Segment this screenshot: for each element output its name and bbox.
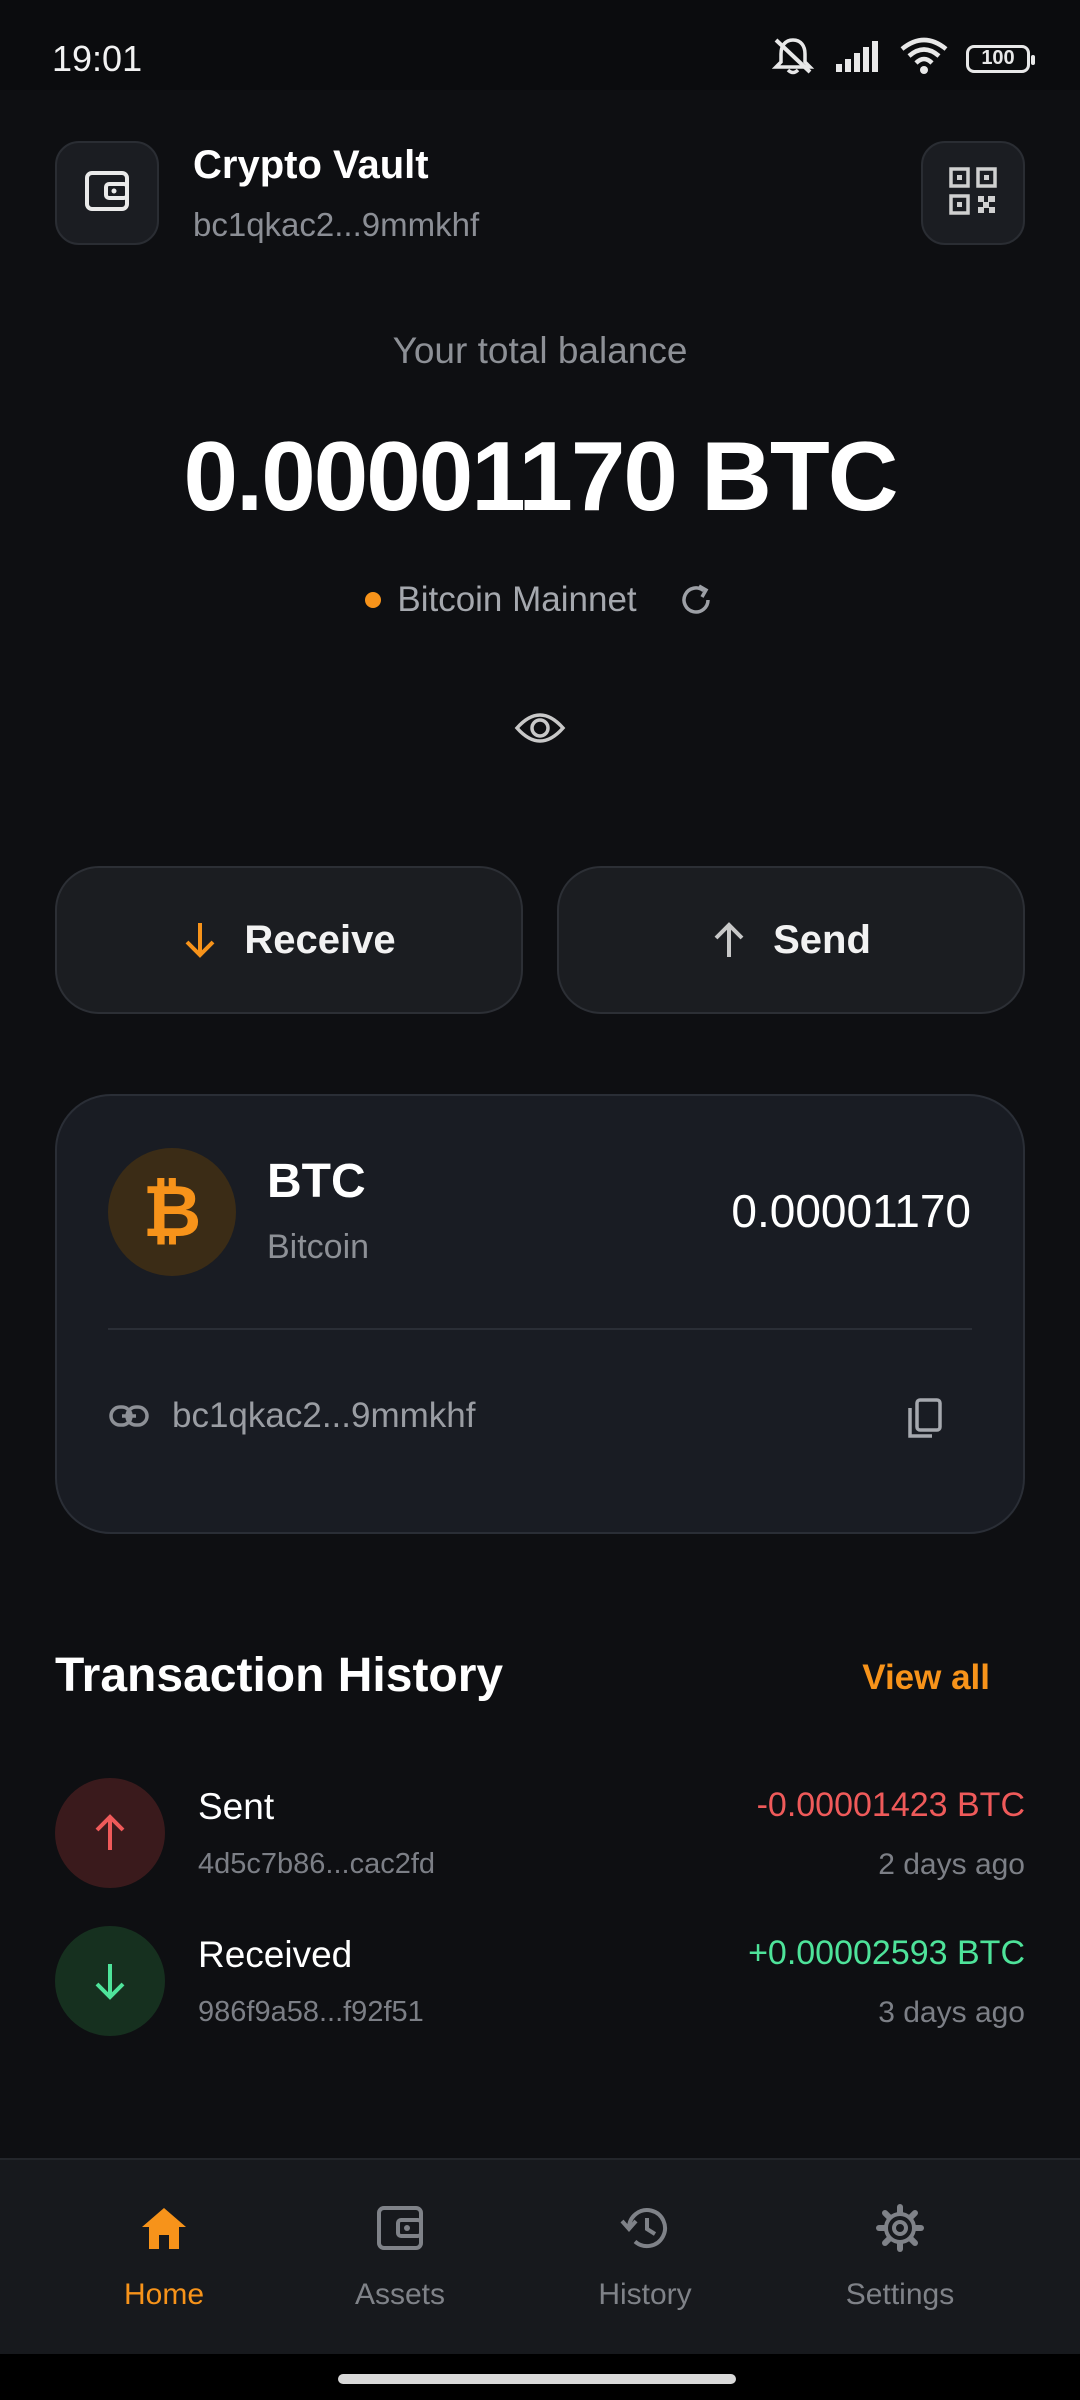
- status-bar: 19:01 100: [0, 0, 1080, 90]
- asset-amount: 0.00001170: [731, 1185, 971, 1237]
- transaction-history-title: Transaction History: [55, 1649, 504, 1702]
- bitcoin-icon: ₿: [108, 1148, 236, 1276]
- nav-settings-label: Settings: [845, 2278, 955, 2311]
- transaction-row[interactable]: Received 986f9a58...f92f51 +0.00002593 B…: [55, 1926, 1025, 2036]
- nav-history[interactable]: History: [545, 2200, 745, 2312]
- send-button[interactable]: Send: [557, 866, 1025, 1014]
- btc-asset-card[interactable]: ₿ BTC Bitcoin 0.00001170 bc1qkac2...9mmk…: [55, 1094, 1025, 1534]
- arrow-down-icon: [182, 920, 218, 960]
- receive-label: Receive: [244, 917, 396, 962]
- nav-settings[interactable]: Settings: [800, 2200, 1000, 2312]
- scan-qr-button[interactable]: [921, 141, 1025, 245]
- bottom-navigation: Home Assets History Settings: [0, 2158, 1080, 2356]
- silent-mode-icon: [770, 36, 816, 81]
- history-icon: [545, 2200, 745, 2256]
- network-status-dot: [365, 592, 382, 608]
- arrow-up-icon: [711, 920, 747, 960]
- transaction-hash: 4d5c7b86...cac2fd: [198, 1848, 436, 1880]
- network-label: Bitcoin Mainnet: [397, 580, 637, 619]
- transaction-hash: 986f9a58...f92f51: [198, 1996, 424, 2028]
- transaction-type: Sent: [198, 1786, 275, 1827]
- wallet-address[interactable]: bc1qkac2...9mmkhf: [193, 206, 479, 244]
- wallet-icon: [84, 170, 130, 217]
- battery-icon: 100: [966, 44, 1035, 73]
- asset-address-row: bc1qkac2...9mmkhf: [108, 1396, 475, 1436]
- asset-symbol: BTC: [267, 1155, 366, 1208]
- toggle-visibility-icon[interactable]: [514, 710, 566, 751]
- wifi-icon: [900, 37, 948, 80]
- transaction-time: 3 days ago: [878, 1996, 1025, 2029]
- link-icon: [108, 1403, 150, 1429]
- qr-code-icon: [948, 166, 998, 221]
- asset-name: Bitcoin: [267, 1228, 370, 1266]
- view-all-link[interactable]: View all: [862, 1658, 990, 1698]
- transaction-amount: -0.00001423 BTC: [756, 1786, 1025, 1824]
- home-icon: [64, 2200, 264, 2256]
- gear-icon: [800, 2200, 1000, 2256]
- refresh-icon[interactable]: [677, 581, 715, 619]
- transaction-type: Received: [198, 1934, 353, 1975]
- received-arrow-icon: [55, 1926, 165, 2036]
- network-row: Bitcoin Mainnet: [0, 580, 1080, 620]
- signal-icon: [834, 38, 882, 79]
- balance-caption: Your total balance: [392, 330, 688, 371]
- asset-address: bc1qkac2...9mmkhf: [172, 1396, 476, 1435]
- status-icons: 100: [770, 36, 1035, 81]
- status-time: 19:01: [52, 38, 143, 79]
- nav-history-label: History: [598, 2278, 692, 2311]
- wallet-title: Crypto Vault: [193, 143, 429, 187]
- sent-arrow-icon: [55, 1778, 165, 1888]
- copy-icon[interactable]: [905, 1396, 943, 1445]
- send-label: Send: [773, 917, 871, 962]
- wallet-icon-button[interactable]: [55, 141, 159, 245]
- nav-home-label: Home: [123, 2278, 205, 2311]
- transaction-row[interactable]: Sent 4d5c7b86...cac2fd -0.00001423 BTC 2…: [55, 1778, 1025, 1888]
- home-indicator[interactable]: [338, 2374, 736, 2384]
- receive-button[interactable]: Receive: [55, 866, 523, 1014]
- card-divider: [108, 1328, 972, 1330]
- nav-assets-label: Assets: [354, 2278, 446, 2311]
- wallet-icon: [300, 2200, 500, 2256]
- nav-home[interactable]: Home: [64, 2200, 264, 2312]
- transaction-amount: +0.00002593 BTC: [748, 1934, 1025, 1972]
- nav-assets[interactable]: Assets: [300, 2200, 500, 2312]
- total-balance: 0.00001170 BTC: [183, 421, 899, 531]
- transaction-time: 2 days ago: [878, 1848, 1025, 1881]
